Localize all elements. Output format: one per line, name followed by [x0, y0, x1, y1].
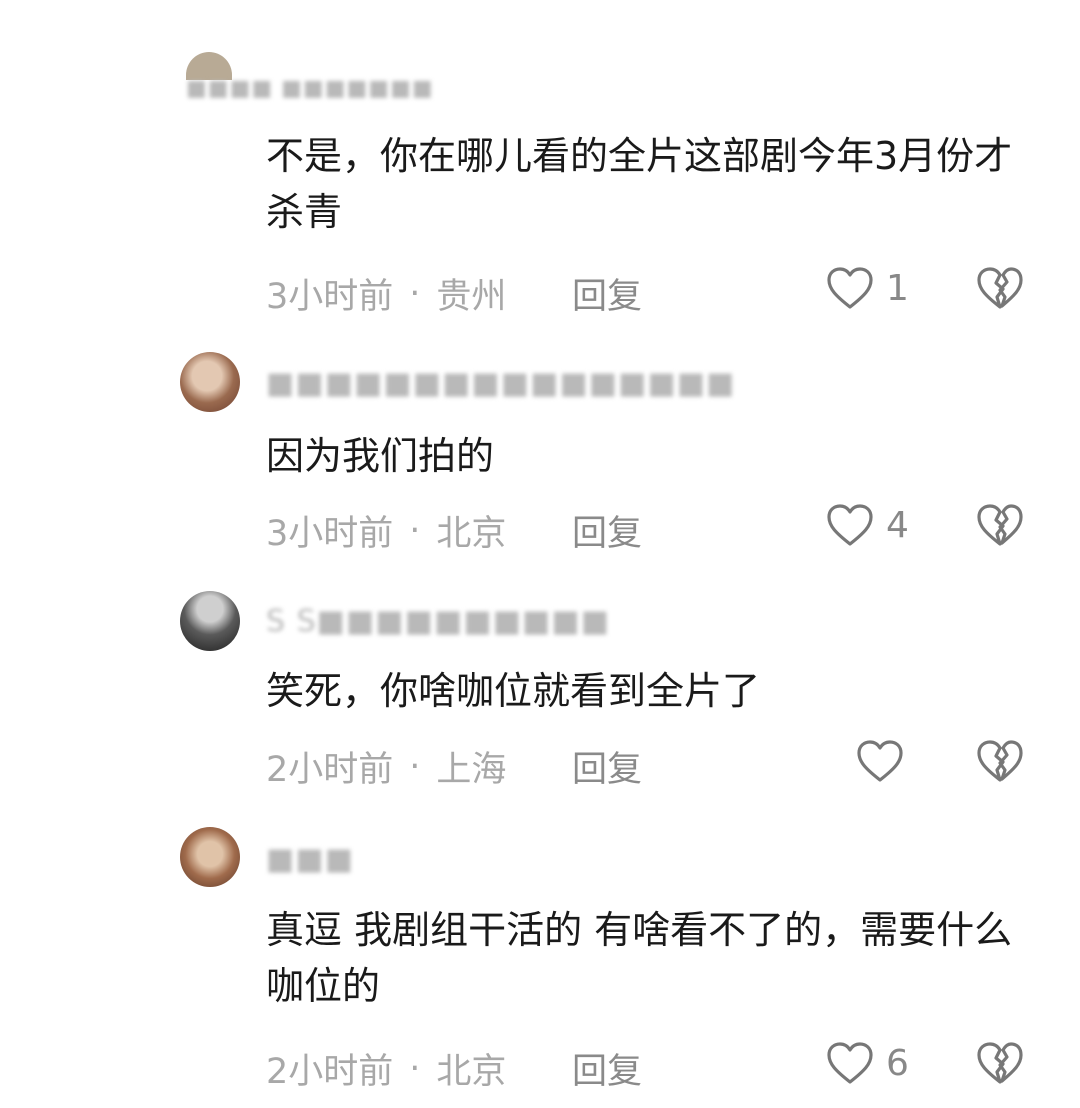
- comment-meta: 2小时前 · 上海 回复: [266, 741, 642, 792]
- comment-location: 上海: [436, 750, 507, 790]
- like-count: 1: [886, 267, 909, 309]
- like-count: 6: [886, 1042, 909, 1084]
- comment-text: 真逗 我剧组干活的 有啥看不了的，需要什么咖位的: [266, 908, 1013, 1008]
- comment-time: 3小时前: [266, 514, 394, 554]
- reply-button[interactable]: 回复: [572, 1043, 642, 1094]
- comment-time: 3小时前: [266, 277, 394, 317]
- avatar[interactable]: [180, 352, 240, 412]
- dislike-button[interactable]: [976, 503, 1024, 547]
- avatar[interactable]: [180, 827, 240, 887]
- comment-meta: 3小时前 · 北京 回复: [266, 505, 642, 556]
- comment-text: 因为我们拍的: [266, 434, 495, 478]
- dislike-button[interactable]: [976, 1041, 1024, 1085]
- broken-heart-icon: [976, 1041, 1024, 1085]
- like-button[interactable]: 6: [826, 1041, 909, 1085]
- reply-button[interactable]: 回复: [572, 505, 642, 556]
- reply-button[interactable]: 回复: [572, 741, 642, 792]
- comment-meta: 2小时前 · 北京 回复: [266, 1043, 642, 1094]
- dislike-button[interactable]: [976, 266, 1024, 310]
- like-count: 4: [886, 504, 909, 546]
- comment-location: 北京: [436, 1052, 507, 1092]
- separator-dot: ·: [409, 273, 421, 314]
- username[interactable]: ■■■■■■■■■■■■■■■■: [266, 366, 736, 401]
- comment-time: 2小时前: [266, 1052, 394, 1092]
- heart-icon: [826, 266, 874, 310]
- broken-heart-icon: [976, 739, 1024, 783]
- heart-icon: [826, 1041, 874, 1085]
- avatar[interactable]: [180, 591, 240, 651]
- like-button[interactable]: [856, 739, 916, 783]
- heart-icon: [826, 503, 874, 547]
- broken-heart-icon: [976, 266, 1024, 310]
- dislike-button[interactable]: [976, 739, 1024, 783]
- comment-text: 不是，你在哪儿看的全片这部剧今年3月份才杀青: [266, 134, 1013, 234]
- like-button[interactable]: 4: [826, 503, 909, 547]
- separator-dot: ·: [409, 746, 421, 787]
- reply-button[interactable]: 回复: [572, 268, 642, 319]
- heart-icon: [856, 739, 904, 783]
- username[interactable]: ■■■: [266, 842, 354, 877]
- like-button[interactable]: 1: [826, 266, 909, 310]
- comment-location: 北京: [436, 514, 507, 554]
- username[interactable]: ■■■■ ■■■■■■■: [186, 76, 434, 101]
- broken-heart-icon: [976, 503, 1024, 547]
- username[interactable]: S S■■■■■■■■■■: [266, 604, 610, 639]
- comment-meta: 3小时前 · 贵州 回复: [266, 268, 642, 319]
- comment-time: 2小时前: [266, 750, 394, 790]
- separator-dot: ·: [409, 1048, 421, 1089]
- comment-text: 笑死，你啥咖位就看到全片了: [266, 669, 761, 713]
- comment-location: 贵州: [436, 277, 507, 317]
- separator-dot: ·: [409, 510, 421, 551]
